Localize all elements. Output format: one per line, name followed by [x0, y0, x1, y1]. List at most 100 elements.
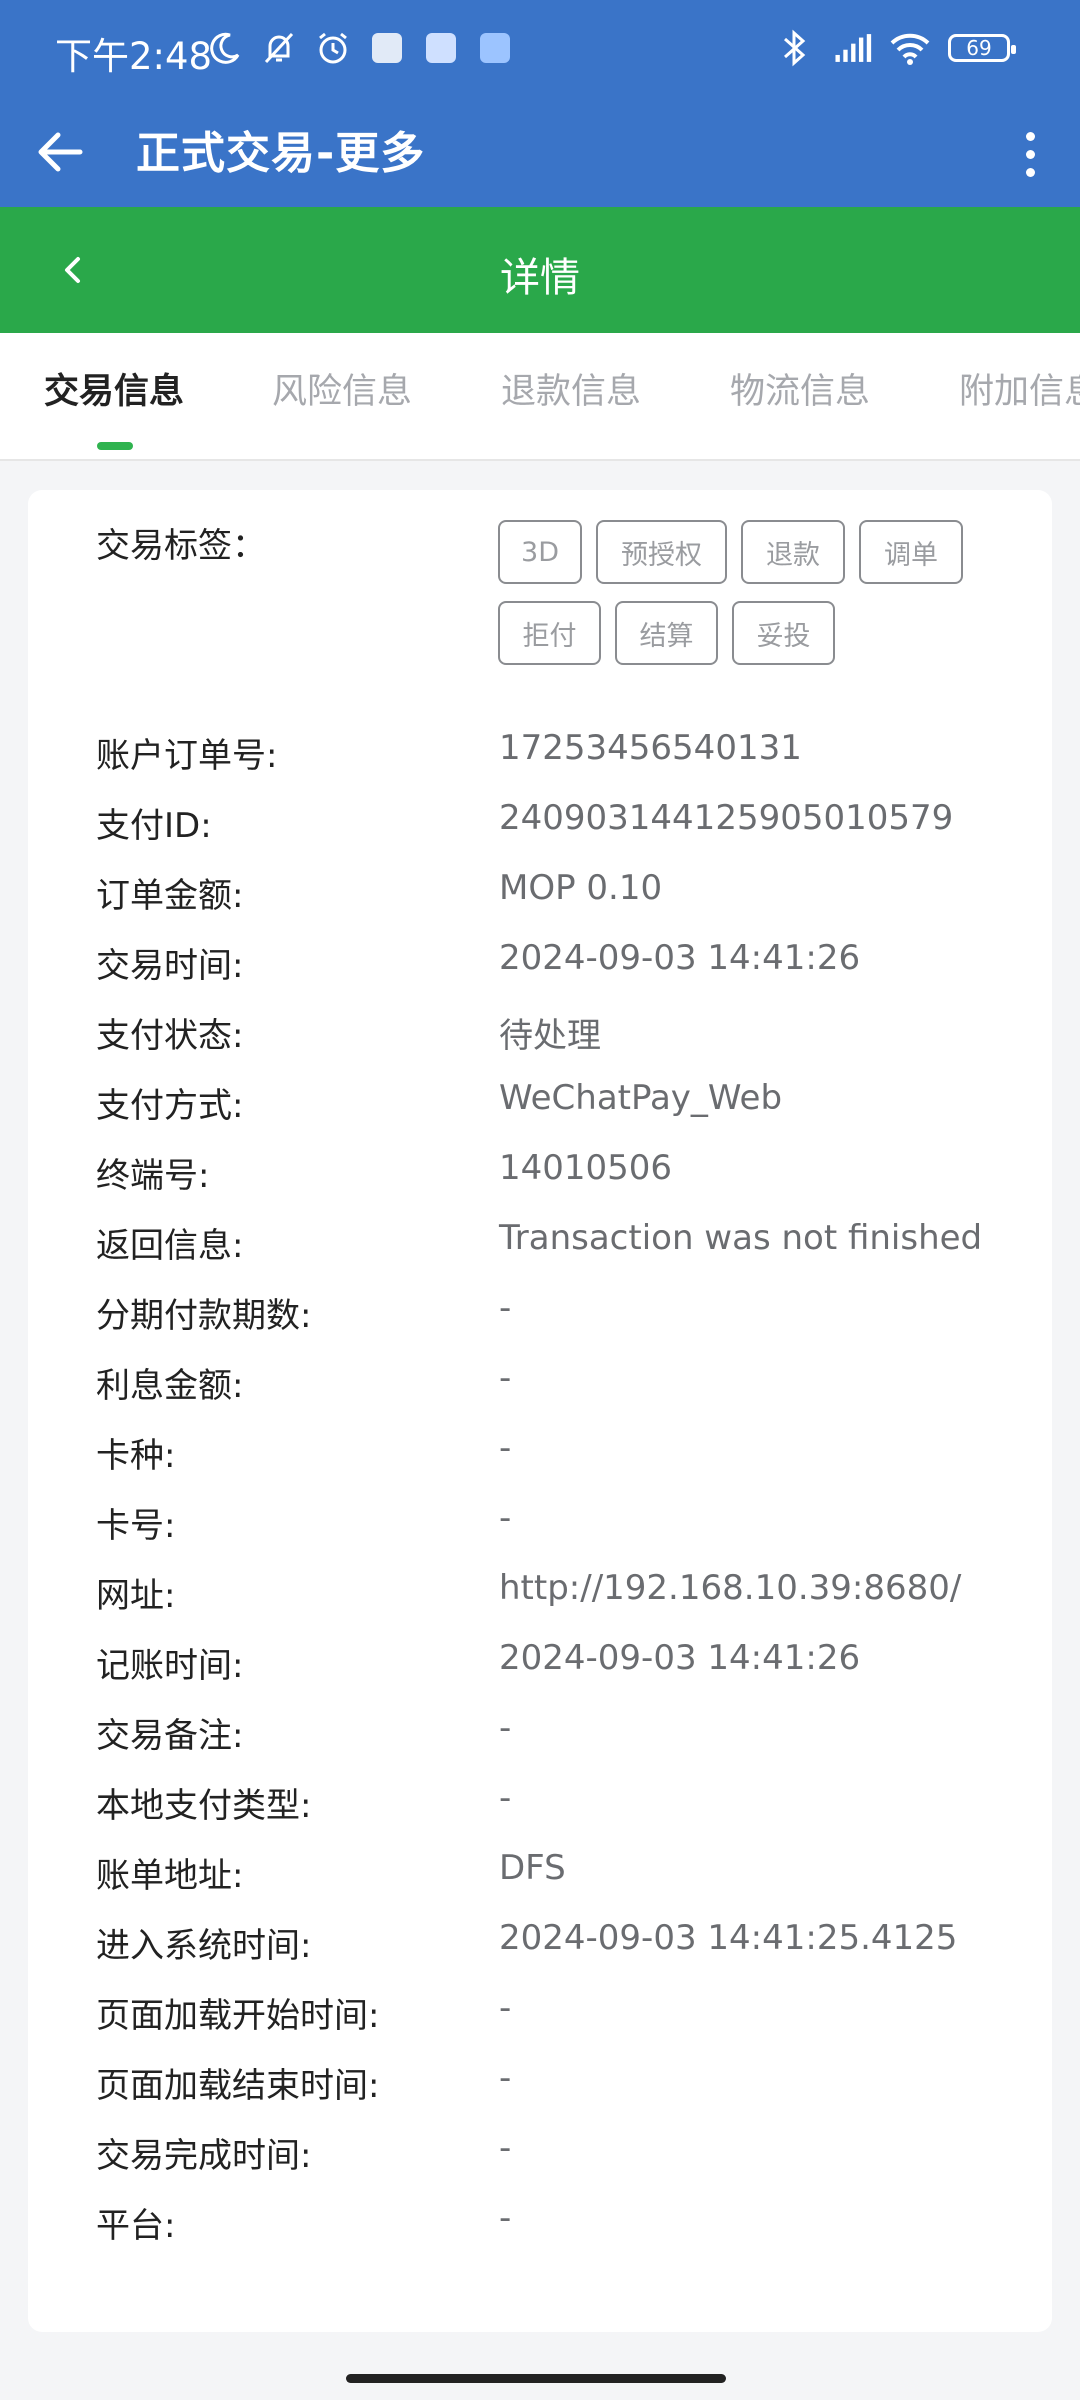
field-label: 订单金额: — [96, 876, 244, 916]
field-value: - — [499, 1428, 512, 1468]
field-label: 返回信息: — [96, 1226, 244, 1266]
tags-label: 交易标签： — [96, 526, 266, 566]
field-row: 交易完成时间: - — [96, 2128, 1036, 2178]
field-label: 记账时间: — [96, 1646, 244, 1686]
field-label: 交易备注: — [96, 1716, 244, 1756]
field-row: 分期付款期数: - — [96, 1288, 1036, 1338]
field-row: 返回信息: Transaction was not finished — [96, 1218, 1036, 1268]
field-row: 账单地址: DFS — [96, 1848, 1036, 1898]
app-icon — [367, 28, 407, 68]
field-value: 待处理 — [499, 1016, 601, 1056]
tab-risk-info[interactable]: 风险信息 — [272, 363, 412, 414]
field-label: 支付状态: — [96, 1016, 244, 1056]
field-value: - — [499, 2198, 512, 2238]
tag-chargeback[interactable]: 拒付 — [498, 601, 601, 665]
field-value: - — [499, 1778, 512, 1818]
battery-icon: 69 — [948, 34, 1016, 62]
field-row: 本地支付类型: - — [96, 1778, 1036, 1828]
field-row: 网址: http://192.168.10.39:8680/ — [96, 1568, 1036, 1618]
field-label: 账户订单号: — [96, 736, 278, 776]
transaction-info-card: 交易标签： 3D 预授权 退款 调单 拒付 结算 妥投 账户订单号: 172534… — [28, 490, 1052, 2332]
field-label: 页面加载开始时间: — [96, 1996, 380, 2036]
tag-refund[interactable]: 退款 — [741, 520, 845, 584]
field-value: - — [499, 1288, 512, 1328]
field-label: 分期付款期数: — [96, 1296, 312, 1336]
field-value: - — [499, 2128, 512, 2168]
tag-3d[interactable]: 3D — [498, 520, 582, 584]
status-bar: 下午2:48 69 — [0, 0, 1080, 100]
tab-extra-info[interactable]: 附加信息 — [959, 363, 1080, 414]
field-value: - — [499, 1358, 512, 1398]
tag-settlement[interactable]: 结算 — [615, 601, 718, 665]
field-label: 交易完成时间: — [96, 2136, 312, 2176]
field-label: 平台: — [96, 2206, 176, 2246]
tab-refund-info[interactable]: 退款信息 — [501, 363, 641, 414]
field-row: 利息金额: - — [96, 1358, 1036, 1408]
tab-transaction-info[interactable]: 交易信息 — [44, 363, 184, 414]
field-label: 网址: — [96, 1576, 176, 1616]
field-value: 14010506 — [499, 1148, 673, 1188]
field-row: 卡号: - — [96, 1498, 1036, 1548]
field-value: - — [499, 1708, 512, 1748]
browser-icon — [421, 28, 461, 68]
tag-adjust[interactable]: 调单 — [859, 520, 963, 584]
field-value: DFS — [499, 1848, 566, 1888]
field-row: 交易备注: - — [96, 1708, 1036, 1758]
detail-header: 详情 — [0, 207, 1080, 333]
field-label: 终端号: — [96, 1156, 210, 1196]
field-value: Transaction was not finished — [499, 1218, 983, 1258]
field-value: 2024-09-03 14:41:26 — [499, 938, 861, 978]
field-value: 2024-09-03 14:41:25.4125 — [499, 1918, 958, 1958]
field-row: 页面加载结束时间: - — [96, 2058, 1036, 2108]
hd-signal-icon — [832, 28, 872, 68]
moon-icon — [205, 28, 245, 68]
field-value: MOP 0.10 — [499, 868, 663, 908]
tab-logistics-info[interactable]: 物流信息 — [730, 363, 870, 414]
field-value: - — [499, 2058, 512, 2098]
field-label: 利息金额: — [96, 1366, 244, 1406]
field-row: 平台: - — [96, 2198, 1036, 2248]
tag-delivered[interactable]: 妥投 — [732, 601, 835, 665]
field-value: WeChatPay_Web — [499, 1078, 783, 1118]
field-value: http://192.168.10.39:8680/ — [499, 1568, 962, 1608]
field-label: 页面加载结束时间: — [96, 2066, 380, 2106]
back-arrow-icon[interactable] — [32, 122, 92, 182]
tag-preauth[interactable]: 预授权 — [596, 520, 727, 584]
field-label: 账单地址: — [96, 1856, 244, 1896]
field-label: 支付方式: — [96, 1086, 244, 1126]
bell-off-icon — [259, 28, 299, 68]
alarm-icon — [313, 28, 353, 68]
page-title: 正式交易-更多 — [136, 128, 426, 179]
app-bar: 正式交易-更多 — [0, 100, 1080, 207]
field-row: 页面加载开始时间: - — [96, 1988, 1036, 2038]
status-time: 下午2:48 — [55, 35, 213, 78]
field-value: 17253456540131 — [499, 728, 802, 768]
field-row: 支付ID: 240903144125905010579 — [96, 798, 1036, 848]
field-label: 卡号: — [96, 1506, 176, 1546]
field-row: 支付状态: 待处理 — [96, 1008, 1036, 1058]
field-label: 交易时间: — [96, 946, 244, 986]
translate-icon — [475, 28, 515, 68]
field-label: 卡种: — [96, 1436, 176, 1476]
status-icons-left — [205, 28, 515, 68]
field-label: 本地支付类型: — [96, 1786, 312, 1826]
field-row: 进入系统时间: 2024-09-03 14:41:25.4125 — [96, 1918, 1036, 1968]
detail-title: 详情 — [500, 255, 580, 301]
field-value: - — [499, 1498, 512, 1538]
tab-bar: 交易信息 风险信息 退款信息 物流信息 附加信息 — [0, 333, 1080, 461]
field-label: 进入系统时间: — [96, 1926, 312, 1966]
field-value: - — [499, 1988, 512, 2028]
field-row: 账户订单号: 17253456540131 — [96, 728, 1036, 778]
status-icons-right: 69 — [774, 28, 1016, 68]
tab-indicator — [97, 442, 133, 450]
field-row: 交易时间: 2024-09-03 14:41:26 — [96, 938, 1036, 988]
more-options-icon[interactable] — [1002, 118, 1058, 190]
field-value: 240903144125905010579 — [499, 798, 954, 838]
wifi-icon — [890, 28, 930, 68]
field-row: 支付方式: WeChatPay_Web — [96, 1078, 1036, 1128]
field-row: 卡种: - — [96, 1428, 1036, 1478]
field-value: 2024-09-03 14:41:26 — [499, 1638, 861, 1678]
field-row: 订单金额: MOP 0.10 — [96, 868, 1036, 918]
field-label: 支付ID: — [96, 806, 212, 846]
home-indicator[interactable] — [346, 2374, 726, 2383]
